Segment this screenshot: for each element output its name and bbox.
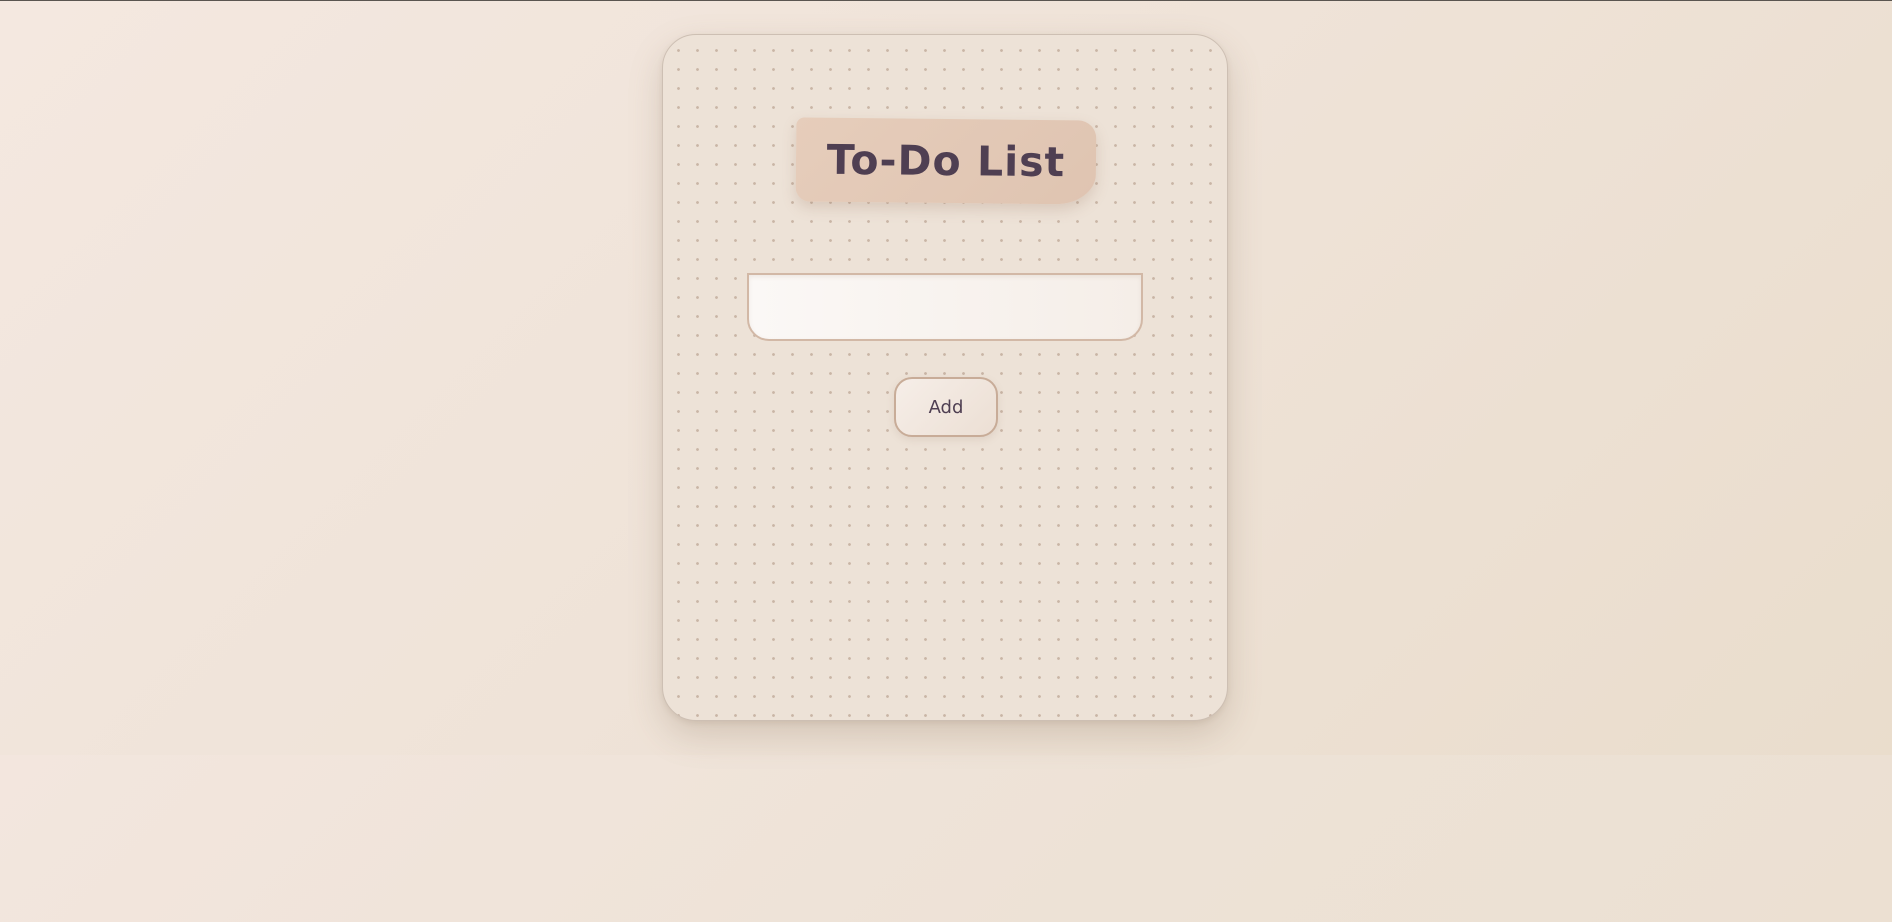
top-divider (0, 0, 1892, 1)
title-tag: To-Do List (795, 117, 1097, 205)
todo-card: To-Do List Add (662, 34, 1228, 721)
task-input[interactable] (747, 273, 1143, 341)
lower-background-band (0, 755, 1892, 922)
add-button[interactable]: Add (894, 377, 998, 437)
page-title: To-Do List (826, 135, 1066, 187)
